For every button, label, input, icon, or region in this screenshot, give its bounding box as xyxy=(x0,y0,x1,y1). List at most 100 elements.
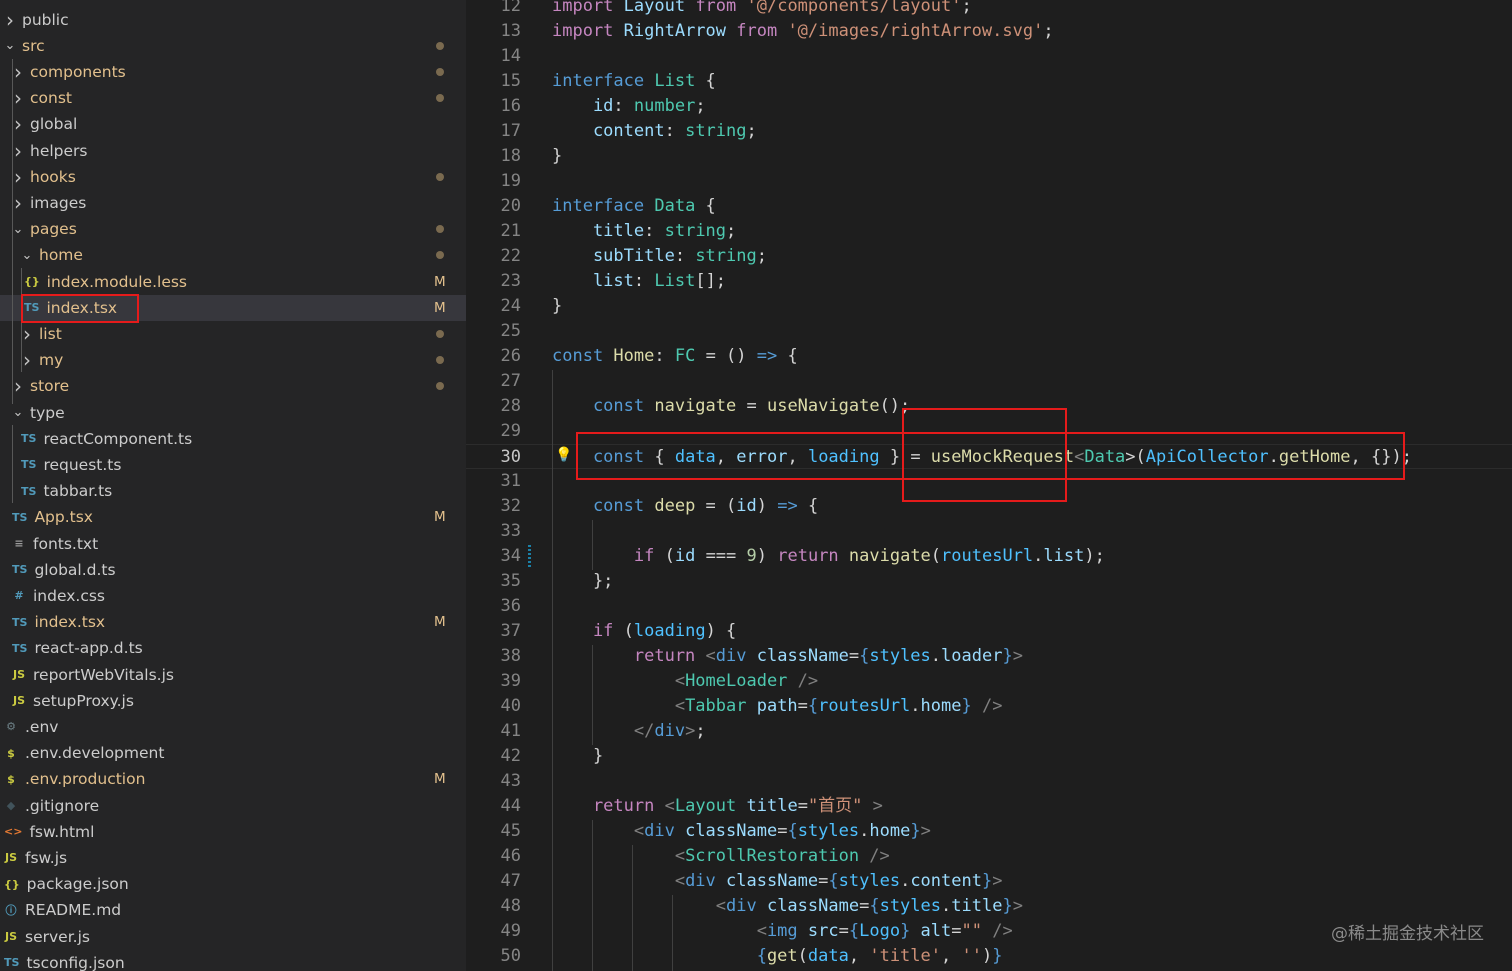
code-line[interactable]: 27 xyxy=(466,369,1512,394)
explorer-item[interactable]: JS setupProxy.js xyxy=(0,688,466,714)
code-token: . xyxy=(941,896,952,916)
explorer-item[interactable]: TS request.ts xyxy=(0,452,466,478)
explorer-item[interactable]: TS index.tsx M xyxy=(0,609,466,635)
explorer-item[interactable]: › components xyxy=(0,59,466,85)
chevron-right-icon[interactable]: › xyxy=(12,62,24,82)
code-line[interactable]: 25 xyxy=(466,319,1512,344)
explorer-item[interactable]: ⌄ home xyxy=(0,242,466,268)
code-line[interactable]: 26 const Home: FC = () => { xyxy=(466,344,1512,369)
explorer-item[interactable]: › store xyxy=(0,373,466,399)
git-change-gutter-marker[interactable] xyxy=(528,545,531,567)
code-line[interactable]: 14 xyxy=(466,44,1512,69)
explorer-item[interactable]: ⚙ .env xyxy=(0,714,466,740)
chevron-right-icon[interactable]: › xyxy=(12,376,24,396)
explorer-item[interactable]: › list xyxy=(0,321,466,347)
html-file-icon: <> xyxy=(4,825,23,839)
code-token: } xyxy=(552,146,563,166)
code-line[interactable]: 15 interface List { xyxy=(466,69,1512,94)
chevron-right-icon[interactable]: › xyxy=(21,350,33,370)
code-token: : xyxy=(674,246,696,266)
code-line[interactable]: 20 interface Data { xyxy=(466,194,1512,219)
explorer-item[interactable]: ◆ .gitignore xyxy=(0,793,466,819)
explorer-item[interactable]: ⌄ src xyxy=(0,33,466,59)
explorer-item[interactable]: › helpers xyxy=(0,138,466,164)
line-number: 14 xyxy=(500,46,521,66)
explorer-item[interactable]: # index.css xyxy=(0,583,466,609)
code-line[interactable]: 21 title: string; xyxy=(466,219,1512,244)
code-line[interactable]: 40 <Tabbar path={routesUrl.home} /> xyxy=(466,694,1512,719)
explorer-item[interactable]: JS reportWebVitals.js xyxy=(0,662,466,688)
code-line[interactable]: 19 xyxy=(466,169,1512,194)
code-line[interactable]: 43 xyxy=(466,769,1512,794)
line-number: 32 xyxy=(500,496,521,516)
code-token: = xyxy=(777,821,788,841)
modified-dot-icon xyxy=(436,356,444,365)
code-token: }; xyxy=(552,571,614,591)
explorer-item[interactable]: ⓘ README.md xyxy=(0,897,466,923)
code-line[interactable]: 23 list: List[]; xyxy=(466,269,1512,294)
explorer-item[interactable]: › hooks xyxy=(0,164,466,190)
explorer-item[interactable]: TS global.d.ts xyxy=(0,557,466,583)
explorer-item[interactable]: TS reactComponent.ts xyxy=(0,426,466,452)
explorer-item[interactable]: TS tsconfig.json xyxy=(0,950,466,971)
explorer-item[interactable]: $ .env.production M xyxy=(0,766,466,792)
code-token: < xyxy=(552,871,686,891)
code-token: > xyxy=(862,796,883,816)
lightbulb-icon[interactable]: 💡 xyxy=(555,446,572,463)
explorer-item[interactable]: › public xyxy=(0,7,466,33)
code-line[interactable]: 13 import RightArrow from '@/images/right… xyxy=(466,19,1512,44)
chevron-down-icon[interactable]: ⌄ xyxy=(21,248,33,263)
chevron-down-icon[interactable]: ⌄ xyxy=(4,38,16,53)
code-editor[interactable]: 12 import Layout from '@/components/layou… xyxy=(466,0,1512,971)
code-line[interactable]: 44 return <Layout title="首页" > xyxy=(466,794,1512,819)
code-text: if (loading) { xyxy=(552,619,736,644)
code-line[interactable]: 48 <div className={styles.title}> xyxy=(466,894,1512,919)
code-line[interactable]: 45 <div className={styles.home}> xyxy=(466,819,1512,844)
code-line[interactable]: 22 subTitle: string; xyxy=(466,244,1512,269)
code-line[interactable]: 37 if (loading) { xyxy=(466,619,1512,644)
chevron-right-icon[interactable]: › xyxy=(12,193,24,213)
chevron-down-icon[interactable]: ⌄ xyxy=(12,222,24,237)
explorer-item[interactable]: <> fsw.html xyxy=(0,819,466,845)
explorer-item[interactable]: {} index.module.less M xyxy=(0,269,466,295)
code-line[interactable]: 50 {get(data, 'title', '')} xyxy=(466,944,1512,969)
explorer-item[interactable]: JS server.js xyxy=(0,924,466,950)
explorer-item[interactable]: › my xyxy=(0,347,466,373)
explorer-item[interactable]: TS App.tsx M xyxy=(0,504,466,530)
code-line[interactable]: 12 import Layout from '@/components/layou… xyxy=(466,0,1512,19)
explorer-item[interactable]: {} package.json xyxy=(0,871,466,897)
code-line[interactable]: 36 xyxy=(466,594,1512,619)
code-text: return <div className={styles.loader}> xyxy=(552,644,1023,669)
explorer-item[interactable]: › const xyxy=(0,85,466,111)
explorer-item[interactable]: $ .env.development xyxy=(0,740,466,766)
code-line[interactable]: 24} xyxy=(466,294,1512,319)
explorer-item[interactable]: JS fsw.js xyxy=(0,845,466,871)
explorer-item[interactable]: ⌄ pages xyxy=(0,216,466,242)
chevron-right-icon[interactable]: › xyxy=(21,324,33,344)
chevron-down-icon[interactable]: ⌄ xyxy=(12,405,24,420)
code-line[interactable]: 42 } xyxy=(466,744,1512,769)
explorer-item[interactable]: › images xyxy=(0,190,466,216)
code-line[interactable]: 16 id: number; xyxy=(466,94,1512,119)
explorer-item[interactable]: TS react-app.d.ts xyxy=(0,635,466,661)
chevron-right-icon[interactable]: › xyxy=(4,10,16,30)
explorer-item[interactable]: › global xyxy=(0,111,466,137)
chevron-right-icon[interactable]: › xyxy=(12,167,24,187)
code-line[interactable]: 33 xyxy=(466,519,1512,544)
code-line[interactable]: 41 </div>; xyxy=(466,719,1512,744)
code-line[interactable]: 18} xyxy=(466,144,1512,169)
chevron-right-icon[interactable]: › xyxy=(12,114,24,134)
chevron-right-icon[interactable]: › xyxy=(12,141,24,161)
code-line[interactable]: 46 <ScrollRestoration /> xyxy=(466,844,1512,869)
code-line[interactable]: 39 <HomeLoader /> xyxy=(466,669,1512,694)
code-line[interactable]: 35 }; xyxy=(466,569,1512,594)
code-line[interactable]: 47 <div className={styles.content}> xyxy=(466,869,1512,894)
explorer-item[interactable]: TS tabbar.ts xyxy=(0,478,466,504)
code-token: div xyxy=(644,821,686,841)
code-line[interactable]: 38 return <div className={styles.loader}… xyxy=(466,644,1512,669)
code-line[interactable]: 34 if (id === 9) return navigate(routesU… xyxy=(466,544,1512,569)
code-line[interactable]: 17 content: string; xyxy=(466,119,1512,144)
explorer-item[interactable]: ⌄ type xyxy=(0,400,466,426)
explorer-item[interactable]: ≡ fonts.txt xyxy=(0,531,466,557)
chevron-right-icon[interactable]: › xyxy=(12,88,24,108)
